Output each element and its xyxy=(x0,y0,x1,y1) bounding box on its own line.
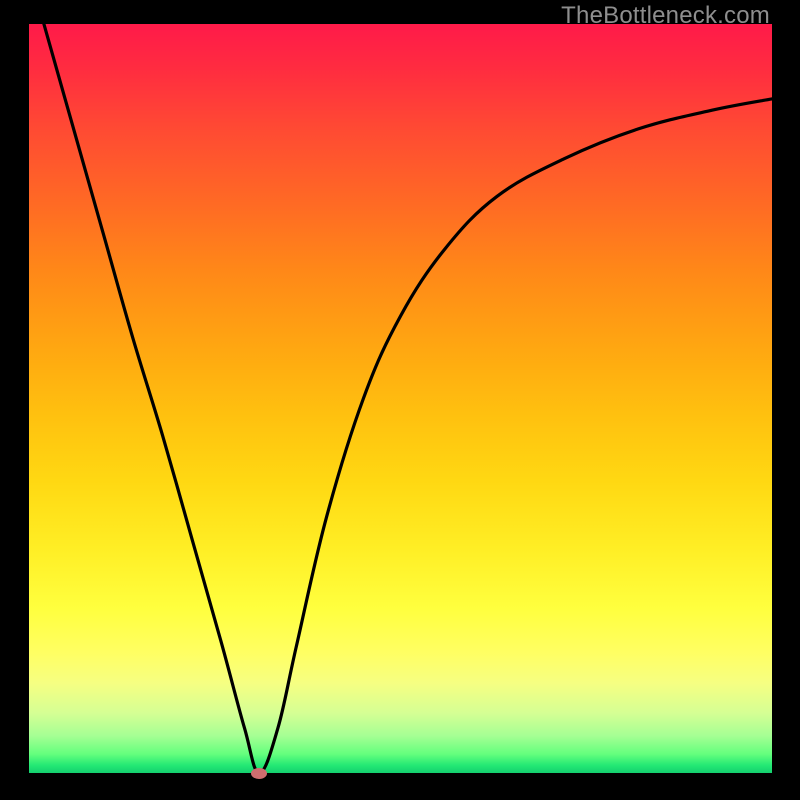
plot-area xyxy=(29,24,772,773)
heat-gradient-background xyxy=(29,24,772,773)
curve-minimum-marker xyxy=(251,768,267,779)
